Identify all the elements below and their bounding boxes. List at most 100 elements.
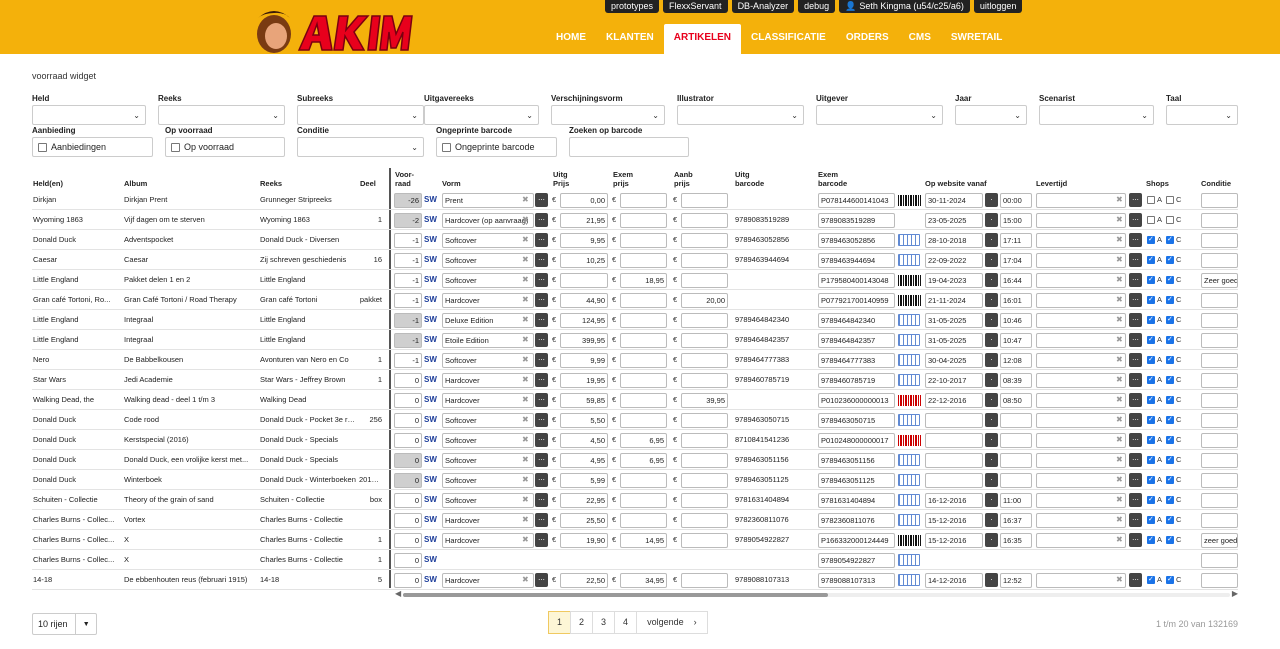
exem-prijs-input[interactable]: 14,95	[620, 533, 667, 548]
calendar-button[interactable]: .	[985, 253, 998, 267]
shop-a-checkbox[interactable]	[1147, 435, 1155, 444]
vorm-more-button[interactable]: ...	[535, 213, 548, 227]
shop-c-checkbox[interactable]	[1166, 575, 1174, 584]
website-time-input[interactable]: 12:52	[1000, 573, 1032, 588]
levertijd-input[interactable]	[1036, 333, 1126, 348]
vorm-input[interactable]: Deluxe Edition	[442, 313, 534, 328]
taal-select[interactable]: ⌄	[1166, 105, 1238, 125]
exem-barcode-input[interactable]: P078144600141043	[818, 193, 895, 208]
website-time-input[interactable]: 16:01	[1000, 293, 1032, 308]
voorraad-input[interactable]: 0	[394, 573, 422, 588]
website-date-input[interactable]: 31-05-2025	[925, 333, 983, 348]
barcode-print-icon[interactable]	[898, 314, 920, 326]
sw-link[interactable]: SW	[424, 490, 437, 510]
exem-prijs-input[interactable]	[620, 333, 667, 348]
uitg-prijs-input[interactable]	[560, 273, 608, 288]
aanb-prijs-input[interactable]	[681, 453, 728, 468]
shop-c-checkbox[interactable]	[1166, 415, 1174, 424]
clear-icon[interactable]: ✖	[522, 570, 529, 590]
col-levertijd[interactable]: Levertijd	[1036, 179, 1067, 188]
verschijningsvorm-select[interactable]: ⌄	[551, 105, 665, 125]
aanb-prijs-input[interactable]	[681, 313, 728, 328]
exem-barcode-input[interactable]: P010236000000013	[818, 393, 895, 408]
shop-c-checkbox[interactable]	[1166, 355, 1174, 364]
vorm-input[interactable]: Softcover	[442, 233, 534, 248]
sw-link[interactable]: SW	[424, 550, 437, 570]
barcode-icon[interactable]	[898, 535, 921, 546]
page-button[interactable]: 2	[570, 611, 594, 634]
aanb-prijs-input[interactable]	[681, 513, 728, 528]
exem-prijs-input[interactable]: 18,95	[620, 273, 667, 288]
levertijd-more-button[interactable]: ...	[1129, 253, 1142, 267]
aanb-prijs-input[interactable]	[681, 373, 728, 388]
shop-a-checkbox[interactable]	[1147, 315, 1155, 324]
shop-a-checkbox[interactable]	[1147, 255, 1155, 264]
levertijd-input[interactable]	[1036, 293, 1126, 308]
exem-barcode-input[interactable]: P179580400143048	[818, 273, 895, 288]
clear-icon[interactable]: ✖	[1116, 570, 1123, 590]
exem-prijs-input[interactable]	[620, 293, 667, 308]
website-date-input[interactable]	[925, 473, 983, 488]
exem-barcode-input[interactable]: 9789463051125	[818, 473, 895, 488]
illustrator-select[interactable]: ⌄	[677, 105, 804, 125]
sw-link[interactable]: SW	[424, 250, 437, 270]
exem-prijs-input[interactable]: 6,95	[620, 453, 667, 468]
shop-a-checkbox[interactable]	[1147, 295, 1155, 304]
vorm-more-button[interactable]: ...	[535, 253, 548, 267]
aanb-prijs-input[interactable]	[681, 193, 728, 208]
uitg-prijs-input[interactable]: 124,95	[560, 313, 608, 328]
vorm-input[interactable]: Hardcover	[442, 373, 534, 388]
col-aanb-prijs[interactable]: Aanb prijs	[674, 170, 699, 188]
conditie-input[interactable]	[1201, 313, 1238, 328]
nav-item[interactable]: KLANTEN	[596, 24, 664, 54]
calendar-button[interactable]: .	[985, 453, 998, 467]
barcode-red-icon[interactable]	[898, 395, 921, 406]
next-page-button[interactable]: volgende ›	[636, 611, 708, 634]
shop-c-checkbox[interactable]	[1166, 495, 1174, 504]
levertijd-more-button[interactable]: ...	[1129, 313, 1142, 327]
barcode-print-icon[interactable]	[898, 554, 920, 566]
sw-link[interactable]: SW	[424, 190, 437, 210]
clear-icon[interactable]: ✖	[522, 370, 529, 390]
conditie-input[interactable]	[1201, 453, 1238, 468]
vorm-input[interactable]: Softcover	[442, 473, 534, 488]
exem-prijs-input[interactable]	[620, 413, 667, 428]
barcode-print-icon[interactable]	[898, 414, 920, 426]
exem-barcode-input[interactable]: P166332000124449	[818, 533, 895, 548]
calendar-button[interactable]: .	[985, 433, 998, 447]
clear-icon[interactable]: ✖	[1116, 530, 1123, 550]
col-voorraad[interactable]: Voor- raad	[395, 170, 417, 188]
exem-prijs-input[interactable]	[620, 313, 667, 328]
calendar-button[interactable]: .	[985, 293, 998, 307]
exem-barcode-input[interactable]: 9782360811076	[818, 513, 895, 528]
shop-c-checkbox[interactable]	[1166, 535, 1174, 544]
uitg-prijs-input[interactable]: 5,50	[560, 413, 608, 428]
exem-barcode-input[interactable]: 9789464842357	[818, 333, 895, 348]
shop-a-checkbox[interactable]	[1147, 375, 1155, 384]
exem-barcode-input[interactable]: 9789083519289	[818, 213, 895, 228]
website-date-input[interactable]: 16-12-2016	[925, 493, 983, 508]
clear-icon[interactable]: ✖	[522, 230, 529, 250]
website-time-input[interactable]: 11:00	[1000, 493, 1032, 508]
akim-logo[interactable]	[244, 4, 414, 54]
shop-c-checkbox[interactable]	[1166, 196, 1174, 204]
clear-icon[interactable]: ✖	[1116, 210, 1123, 230]
shop-c-checkbox[interactable]	[1166, 515, 1174, 524]
conditie-input[interactable]	[1201, 213, 1238, 228]
clear-icon[interactable]: ✖	[1116, 310, 1123, 330]
col-held[interactable]: Held(en)	[33, 179, 63, 188]
aanb-prijs-input[interactable]: 20,00	[681, 293, 728, 308]
aanb-prijs-input[interactable]	[681, 533, 728, 548]
clear-icon[interactable]: ✖	[1116, 390, 1123, 410]
sw-link[interactable]: SW	[424, 430, 437, 450]
clear-icon[interactable]: ✖	[1116, 270, 1123, 290]
uitg-prijs-input[interactable]: 22,95	[560, 493, 608, 508]
page-button[interactable]: 1	[548, 611, 572, 634]
vorm-more-button[interactable]: ...	[535, 333, 548, 347]
barcode-print-icon[interactable]	[898, 254, 920, 266]
shop-a-checkbox[interactable]	[1147, 216, 1155, 224]
levertijd-input[interactable]	[1036, 193, 1126, 208]
conditie-select[interactable]: ⌄	[297, 137, 424, 157]
sw-link[interactable]: SW	[424, 230, 437, 250]
website-date-input[interactable]: 22-09-2022	[925, 253, 983, 268]
